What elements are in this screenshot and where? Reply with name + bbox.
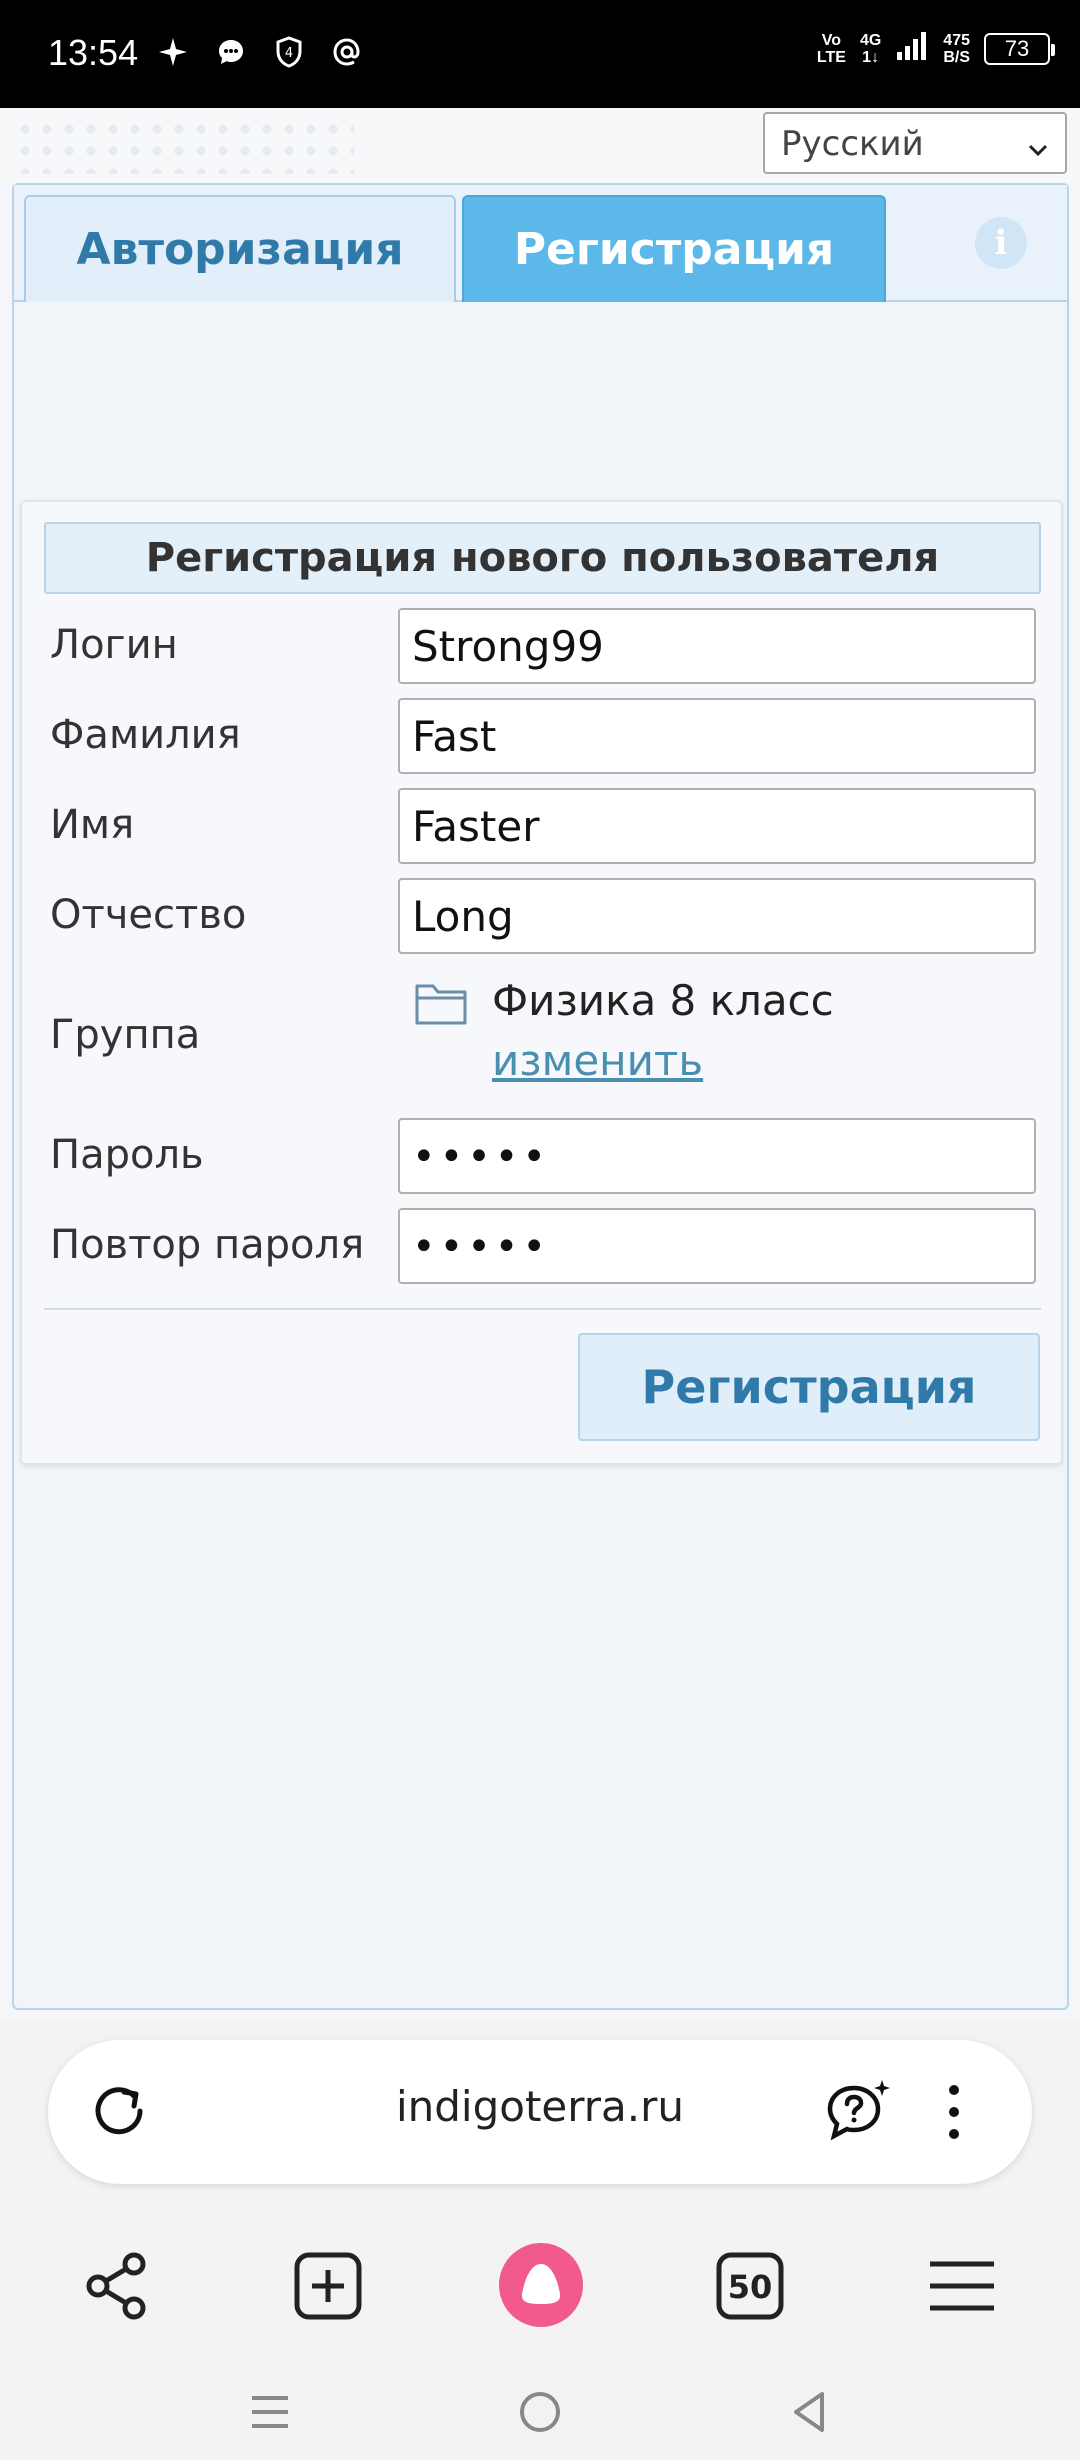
chevron-down-icon [1025,132,1051,172]
more-vertical-icon[interactable] [944,2082,964,2146]
system-navigation-bar [0,2360,1080,2460]
form-title: Регистрация нового пользователя [44,522,1041,594]
password-repeat-label: Повтор пароля [50,1222,365,1268]
language-select-value: Русский [781,124,924,164]
folder-icon [414,980,468,1030]
main-panel: Авторизация Регистрация i Регистрация но… [12,183,1069,2010]
header-pattern [14,118,354,174]
menu-icon[interactable] [926,2250,998,2326]
shield-icon: 4 [271,34,307,70]
network-type: 4G 1↓ [859,31,882,66]
info-icon[interactable]: i [975,217,1027,269]
lastname-label: Фамилия [50,712,241,758]
site-header: Русский [0,108,1080,183]
group-label: Группа [50,1012,201,1058]
patronymic-label: Отчество [50,892,247,938]
notification-icons: 4 [155,34,365,70]
login-input[interactable]: Strong99 [398,608,1036,684]
tab-bar: Авторизация Регистрация i [14,185,1067,302]
tab-authorization[interactable]: Авторизация [24,195,456,302]
register-button[interactable]: Регистрация [578,1333,1040,1441]
browser-nav-row: 50 [0,2220,1080,2360]
tab-registration[interactable]: Регистрация [462,195,886,302]
alice-assistant-icon[interactable] [498,2242,584,2332]
volte-indicator: Vo LTE [816,31,846,66]
ai-chat-icon[interactable] [824,2076,894,2150]
patronymic-input[interactable]: Long [398,878,1036,954]
battery-indicator: 73 [984,32,1055,65]
form-divider [44,1308,1041,1310]
browser-toolbar: indigoterra.ru 50 [0,2020,1080,2460]
lastname-input[interactable]: Fast [398,698,1036,774]
share-icon[interactable] [80,2250,152,2326]
sparkle-icon [155,34,191,70]
password-repeat-input[interactable]: ••••• [398,1208,1036,1284]
password-input[interactable]: ••••• [398,1118,1036,1194]
firstname-label: Имя [50,802,135,848]
registration-form: Регистрация нового пользователя Логин St… [20,500,1063,1465]
system-status: Vo LTE 4G 1↓ 475 B/S 73 [816,30,1055,67]
tabs-count: 50 [728,2268,773,2306]
svg-text:4: 4 [285,46,293,61]
address-bar[interactable]: indigoterra.ru [48,2040,1032,2184]
status-time: 13:54 [48,32,139,73]
login-label: Логин [50,622,178,668]
message-icon [213,34,249,70]
home-icon[interactable] [518,2390,562,2438]
at-icon [329,34,365,70]
recent-apps-icon[interactable] [248,2390,292,2438]
password-label: Пароль [50,1132,204,1178]
signal-icon [895,30,929,67]
tabs-count-button[interactable]: 50 [714,2250,786,2326]
data-speed: 475 B/S [943,31,970,66]
group-change-link[interactable]: изменить [492,1036,703,1085]
new-tab-icon[interactable] [292,2250,364,2326]
language-select[interactable]: Русский [763,112,1067,174]
group-name: Физика 8 класс [492,976,834,1025]
back-icon[interactable] [788,2390,832,2438]
status-bar: 13:54 4 Vo LTE 4G 1↓ 475 B/S 73 [0,0,1080,108]
firstname-input[interactable]: Faster [398,788,1036,864]
